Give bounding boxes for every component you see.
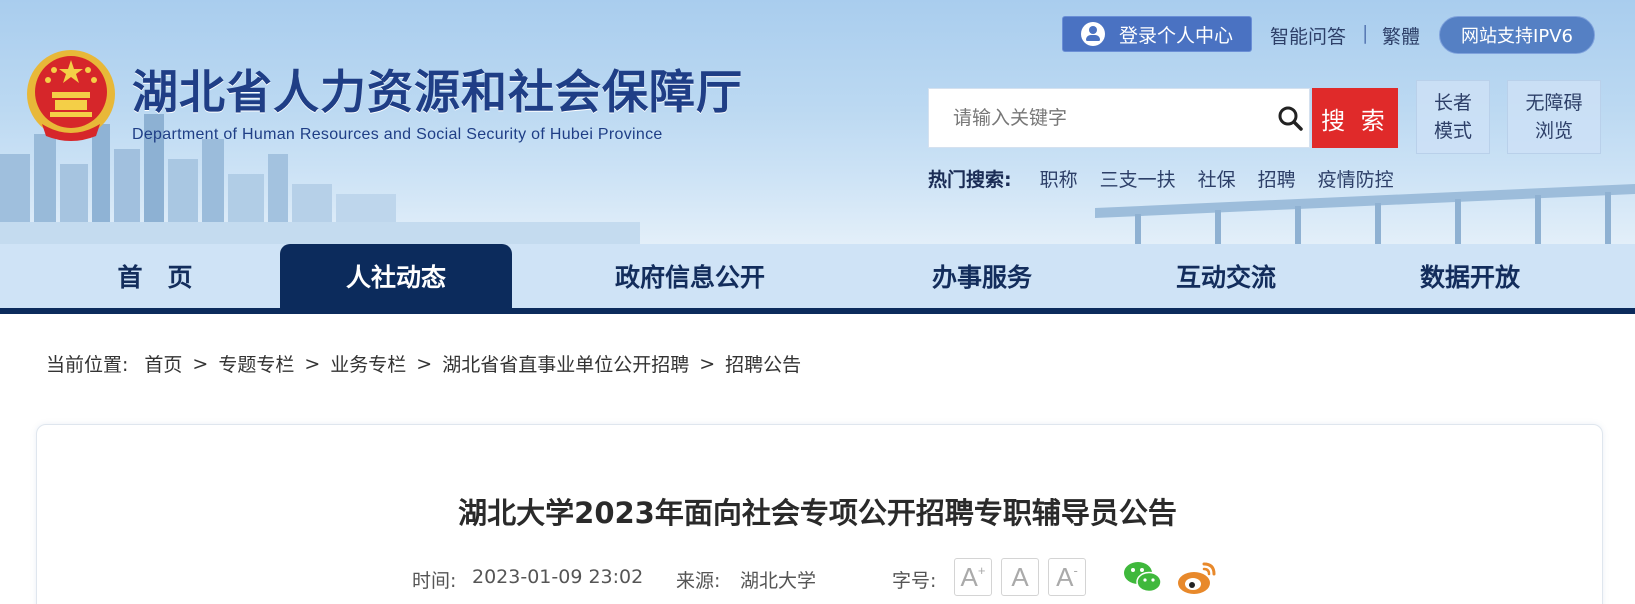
nav-open-data[interactable]: 数据开放 <box>1380 244 1560 308</box>
login-button[interactable]: 登录个人中心 <box>1062 16 1252 52</box>
weibo-icon[interactable] <box>1176 558 1218 596</box>
breadcrumb-separator: > <box>304 352 321 375</box>
breadcrumb-separator: > <box>416 352 433 375</box>
search-icon[interactable] <box>1277 105 1303 131</box>
accessible-browse-button[interactable]: 无障碍 浏览 <box>1507 80 1601 154</box>
time-value: 2023-01-09 23:02 <box>472 566 644 588</box>
breadcrumb: 当前位置: 首页 > 专题专栏 > 业务专栏 > 湖北省省直事业单位公开招聘 >… <box>46 350 801 377</box>
plus-mark: + <box>977 562 986 578</box>
breadcrumb-label: 当前位置: <box>46 354 129 376</box>
traditional-chinese-link[interactable]: 繁體 <box>1382 22 1420 49</box>
article-title: 湖北大学2023年面向社会专项公开招聘专职辅导员公告 <box>458 496 1177 530</box>
source-label: 来源: <box>676 570 721 592</box>
search-box <box>928 88 1310 148</box>
breadcrumb-link[interactable]: 招聘公告 <box>725 350 801 377</box>
nav-interaction[interactable]: 互动交流 <box>1136 244 1316 308</box>
hot-search: 热门搜索: 职称 三支一扶 社保 招聘 疫情防控 <box>928 165 1416 192</box>
nav-services[interactable]: 办事服务 <box>892 244 1072 308</box>
elder-mode-button[interactable]: 长者 模式 <box>1416 80 1490 154</box>
search-input[interactable] <box>929 89 1259 147</box>
nav-gov-info[interactable]: 政府信息公开 <box>580 244 800 308</box>
ipv6-button[interactable]: 网站支持IPV6 <box>1439 16 1595 54</box>
smart-qa-link[interactable]: 智能问答 <box>1270 22 1346 49</box>
breadcrumb-separator: > <box>699 352 716 375</box>
time-label: 时间: <box>412 570 457 592</box>
font-reset-letter: A <box>1011 561 1029 592</box>
breadcrumb-link[interactable]: 湖北省省直事业单位公开招聘 <box>442 350 689 377</box>
nav-home[interactable]: 首 页 <box>60 244 250 308</box>
font-increase-button[interactable]: A + <box>954 558 992 596</box>
elder-mode-line1: 长者 <box>1433 92 1472 114</box>
font-increase-letter: A <box>960 561 978 592</box>
breadcrumb-link[interactable]: 业务专栏 <box>330 350 406 377</box>
breadcrumb-link[interactable]: 专题专栏 <box>218 350 294 377</box>
site-title: 湖北省人力资源和社会保障厅 <box>132 65 743 119</box>
font-decrease-letter: A <box>1056 561 1074 592</box>
search-button[interactable]: 搜 索 <box>1312 88 1398 148</box>
hot-search-item[interactable]: 社保 <box>1198 165 1236 192</box>
user-icon <box>1081 22 1105 46</box>
login-label: 登录个人中心 <box>1119 24 1234 47</box>
nav-hr-news[interactable]: 人社动态 <box>280 244 512 308</box>
main-nav: 首 页 人社动态 政府信息公开 办事服务 互动交流 数据开放 <box>0 244 1635 314</box>
hot-search-item[interactable]: 三支一扶 <box>1100 165 1176 192</box>
font-size-label: 字号: <box>892 570 937 592</box>
hot-search-label: 热门搜索: <box>928 169 1012 191</box>
font-decrease-button[interactable]: A- <box>1048 558 1086 596</box>
source-value: 湖北大学 <box>740 570 817 592</box>
font-reset-button[interactable]: A <box>1001 558 1039 596</box>
hot-search-item[interactable]: 招聘 <box>1258 165 1296 192</box>
accessible-line2: 浏览 <box>1534 120 1573 142</box>
link-separator: | <box>1362 22 1369 44</box>
wechat-icon[interactable] <box>1122 558 1164 596</box>
elder-mode-line2: 模式 <box>1433 120 1472 142</box>
accessible-line1: 无障碍 <box>1525 92 1583 114</box>
site-header: 湖北省人力资源和社会保障厅 Department of Human Resour… <box>0 0 1635 244</box>
hot-search-item[interactable]: 职称 <box>1040 165 1078 192</box>
breadcrumb-link[interactable]: 首页 <box>144 350 182 377</box>
minus-mark: - <box>1073 562 1078 578</box>
hot-search-item[interactable]: 疫情防控 <box>1318 165 1394 192</box>
breadcrumb-separator: > <box>192 352 209 375</box>
national-emblem-icon <box>27 50 115 141</box>
site-subtitle: Department of Human Resources and Social… <box>132 126 663 143</box>
